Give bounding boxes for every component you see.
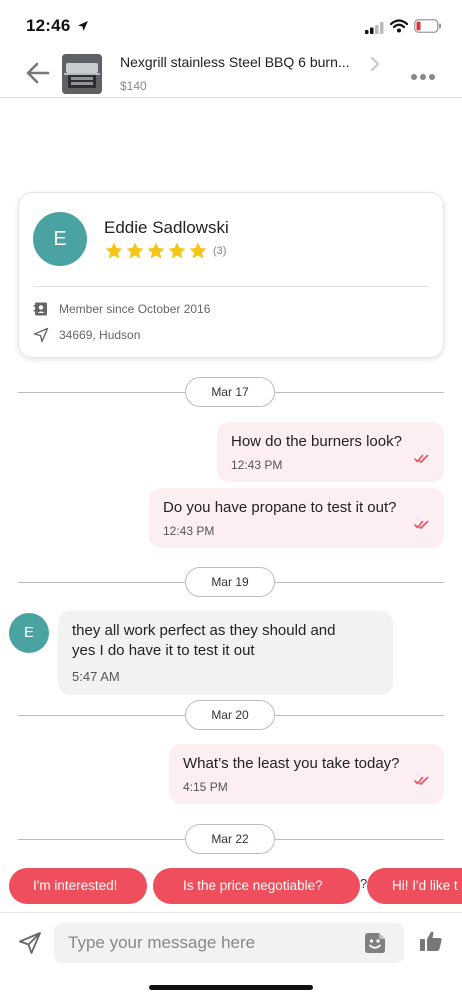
message-text: they all work perfect as they should and… [72, 622, 336, 659]
location-text: 34669, Hudson [59, 328, 141, 342]
location-row: 34669, Hudson [33, 327, 140, 343]
message-time: 4:15 PM [183, 780, 228, 794]
message-text: How do the burners look? [231, 433, 402, 450]
back-arrow-icon[interactable] [26, 62, 52, 84]
send-icon[interactable] [18, 931, 42, 960]
quick-reply-negotiable[interactable]: Is the price negotiable? [153, 868, 360, 904]
divider [33, 286, 429, 287]
location-arrow-icon [33, 327, 49, 343]
listing-thumbnail[interactable] [62, 54, 102, 94]
date-separator: Mar 22 [18, 824, 444, 854]
read-checkmarks-icon [414, 772, 430, 790]
message-time: 12:43 PM [231, 458, 283, 472]
outgoing-message[interactable]: How do the burners look? 12:43 PM [217, 422, 444, 482]
status-time: 12:46 [26, 16, 71, 35]
chevron-right-icon[interactable] [370, 56, 380, 77]
date-label: Mar 20 [185, 700, 275, 730]
signal-icon [365, 21, 385, 39]
date-separator: Mar 17 [18, 377, 444, 407]
seller-avatar[interactable]: E [33, 212, 87, 266]
read-checkmarks-icon [414, 450, 430, 468]
message-text: Do you have propane to test it out? [163, 499, 397, 516]
more-options-icon[interactable] [410, 68, 436, 86]
home-indicator[interactable] [149, 985, 313, 990]
date-label: Mar 19 [185, 567, 275, 597]
wifi-icon [389, 19, 409, 38]
seller-name[interactable]: Eddie Sadlowski [104, 218, 229, 238]
battery-icon [414, 19, 442, 38]
message-time: 5:47 AM [72, 669, 120, 684]
incoming-message[interactable]: they all work perfect as they should and… [58, 611, 393, 695]
date-separator: Mar 19 [18, 567, 444, 597]
star-icon [189, 242, 207, 259]
quick-reply-hi[interactable]: Hi! I'd like t [367, 868, 462, 904]
location-arrow-icon [77, 19, 89, 37]
member-since-text: Member since October 2016 [59, 302, 211, 316]
chat-header: Nexgrill stainless Steel BBQ 6 burn... $… [0, 48, 462, 98]
quick-replies-bar: I'm interested! Is the price negotiable?… [0, 868, 462, 906]
outgoing-message[interactable]: What’s the least you take today? 4:15 PM [169, 744, 444, 804]
date-label: Mar 22 [185, 824, 275, 854]
thumbs-up-icon[interactable] [419, 930, 443, 957]
listing-title[interactable]: Nexgrill stainless Steel BBQ 6 burn... [120, 54, 360, 70]
rating-count: (3) [213, 245, 227, 257]
date-label: Mar 17 [185, 377, 275, 407]
sticker-icon[interactable] [364, 932, 386, 959]
message-composer [0, 912, 462, 972]
quick-reply-interested[interactable]: I'm interested! [9, 868, 147, 904]
star-icon [105, 242, 123, 259]
outgoing-message[interactable]: Do you have propane to test it out? 12:4… [149, 488, 444, 548]
listing-price: $140 [120, 79, 147, 93]
seller-rating: (3) [104, 241, 226, 261]
star-icon [168, 242, 186, 259]
sender-avatar[interactable]: E [9, 613, 49, 653]
status-bar: 12:46 [0, 0, 462, 50]
read-checkmarks-icon [414, 516, 430, 534]
member-since-row: Member since October 2016 [33, 301, 210, 317]
star-icon [126, 242, 144, 259]
message-time: 12:43 PM [163, 524, 215, 538]
star-icon [147, 242, 165, 259]
contact-card-icon [33, 302, 47, 316]
message-text: What’s the least you take today? [183, 755, 400, 772]
date-separator: Mar 20 [18, 700, 444, 730]
message-input[interactable] [54, 923, 404, 963]
seller-profile-card[interactable]: E Eddie Sadlowski (3) Member since Octob… [18, 192, 444, 358]
